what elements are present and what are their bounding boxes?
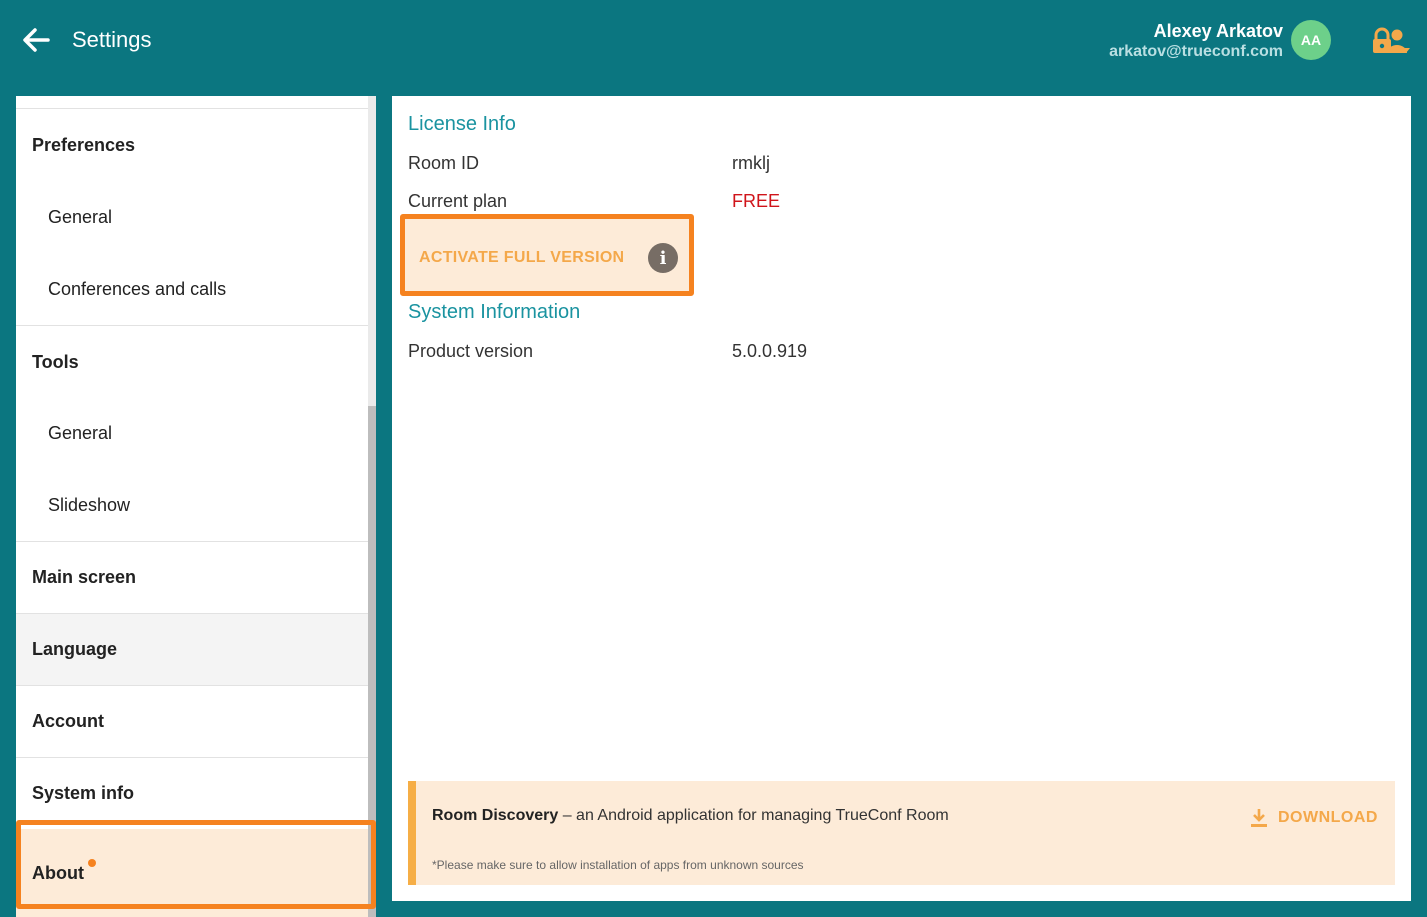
activate-full-version-button[interactable]: ACTIVATE FULL VERSION i: [400, 214, 694, 296]
sidebar-item-general[interactable]: General: [16, 181, 368, 253]
sidebar-item-label: About: [32, 862, 84, 883]
room-id-label: Room ID: [408, 153, 480, 173]
avatar[interactable]: AA: [1291, 20, 1331, 60]
download-button[interactable]: DOWNLOAD: [1250, 805, 1378, 831]
notification-dot: [87, 859, 96, 867]
sidebar-item-account[interactable]: Account: [16, 686, 368, 757]
sidebar-item-slideshow[interactable]: Slideshow: [16, 469, 368, 541]
arrow-left-icon: [23, 28, 50, 52]
page-title: Settings: [72, 27, 152, 52]
sidebar-item-main-screen[interactable]: Main screen: [16, 542, 368, 613]
sidebar-scrollbar[interactable]: [368, 96, 376, 917]
banner-description: – an Android application for managing Tr…: [558, 807, 949, 824]
room-discovery-banner: Room Discovery – an Android application …: [408, 781, 1395, 885]
about-panel: License Info Room ID rmklj Current plan …: [392, 96, 1411, 901]
sidebar-item-system-info[interactable]: System info: [16, 758, 368, 829]
info-icon[interactable]: i: [648, 243, 678, 273]
download-label: DOWNLOAD: [1278, 809, 1378, 826]
banner-text: Room Discovery – an Android application …: [432, 807, 949, 825]
product-version-label: Product version: [408, 341, 534, 361]
lock-user-icon: [1373, 27, 1410, 53]
sidebar-item-tools[interactable]: Tools: [16, 326, 368, 398]
activate-label: ACTIVATE FULL VERSION: [419, 249, 625, 266]
user-info: Alexey Arkatov arkatov@trueconf.com: [1109, 20, 1283, 62]
license-info-title: License Info: [408, 113, 516, 135]
sidebar-item-conferences-and-calls[interactable]: Conferences and calls: [16, 253, 368, 325]
scrollbar-thumb[interactable]: [368, 406, 376, 917]
top-bar: Settings Alexey Arkatov arkatov@trueconf…: [0, 0, 1427, 80]
banner-app-name: Room Discovery: [432, 807, 559, 824]
back-button[interactable]: [18, 24, 54, 56]
user-email: arkatov@trueconf.com: [1109, 43, 1283, 60]
sidebar-item-tools-general[interactable]: General: [16, 397, 368, 469]
download-icon: [1251, 809, 1267, 827]
account-lock-button[interactable]: [1370, 26, 1410, 56]
current-plan-label: Current plan: [408, 191, 508, 211]
system-information-title: System Information: [408, 301, 581, 323]
settings-sidebar: Preferences General Conferences and call…: [16, 96, 368, 917]
current-plan-value: FREE: [732, 191, 781, 211]
banner-note: *Please make sure to allow installation …: [432, 858, 804, 872]
product-version-value: 5.0.0.919: [732, 341, 808, 361]
user-name: Alexey Arkatov: [1153, 21, 1283, 41]
sidebar-item-language[interactable]: Language: [16, 614, 368, 685]
sidebar-item-about[interactable]: About: [16, 829, 368, 917]
room-id-value: rmklj: [732, 153, 770, 173]
sidebar-item-preferences[interactable]: Preferences: [16, 109, 368, 181]
